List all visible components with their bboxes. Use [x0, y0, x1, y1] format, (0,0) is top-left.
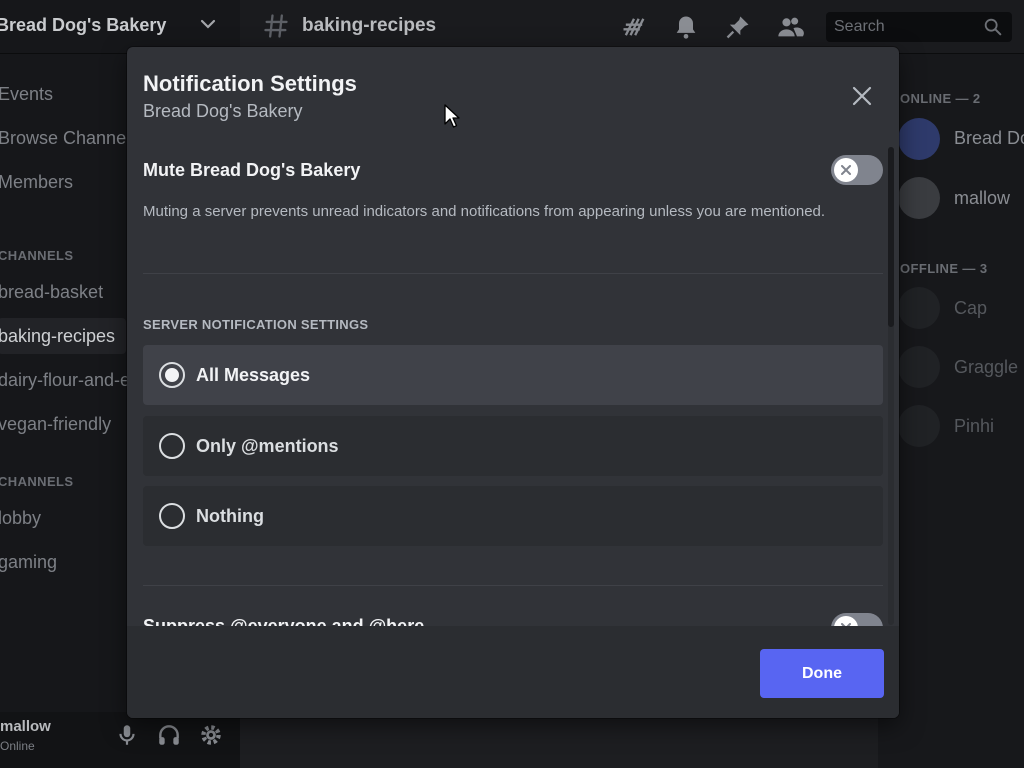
sidebar-category[interactable]: CHANNELS [0, 248, 73, 263]
radio-label: Only @mentions [196, 436, 339, 456]
mute-server-label: Mute Bread Dog's Bakery [143, 160, 361, 180]
divider [143, 585, 883, 586]
hashtag-icon [264, 14, 288, 38]
notification-settings-modal: Notification Settings Bread Dog's Bakery… [127, 47, 899, 718]
radio-option-all-messages[interactable]: All Messages [143, 345, 883, 405]
search-icon [984, 18, 1002, 36]
gear-icon[interactable] [198, 722, 224, 748]
chevron-down-icon [200, 19, 216, 29]
mute-description: Muting a server prevents unread indicato… [143, 203, 826, 220]
radio-dot [165, 368, 179, 382]
avatar[interactable] [898, 287, 940, 329]
member-list [878, 54, 1024, 768]
channel-item-baking-recipes[interactable]: baking-recipes [0, 318, 126, 354]
bell-icon[interactable] [672, 13, 700, 41]
user-status: Online [0, 739, 35, 753]
toggle-knob [834, 158, 858, 182]
search-placeholder: Search [834, 18, 885, 35]
modal-title: Notification Settings [143, 71, 357, 96]
close-icon[interactable] [847, 81, 877, 111]
radio-button [159, 503, 185, 529]
radio-button [159, 433, 185, 459]
avatar[interactable] [898, 177, 940, 219]
modal-subtitle: Bread Dog's Bakery [143, 101, 303, 121]
radio-option-only-mentions[interactable]: Only @mentions [143, 416, 883, 476]
server-notification-settings-header: SERVER NOTIFICATION SETTINGS [143, 317, 369, 332]
mouse-cursor-icon [444, 104, 460, 128]
member-name[interactable]: Pinhi [954, 416, 994, 437]
headphones-icon[interactable] [156, 722, 182, 748]
radio-label: Nothing [196, 506, 264, 526]
member-name[interactable]: Bread Dog [954, 128, 1024, 149]
threads-icon[interactable] [620, 13, 648, 41]
radio-button-checked [159, 362, 185, 388]
member-name[interactable]: mallow [954, 188, 1010, 209]
pin-icon[interactable] [724, 13, 752, 41]
avatar[interactable] [898, 118, 940, 160]
server-header[interactable]: Bread Dog's Bakery [0, 0, 240, 54]
member-name[interactable]: Graggle [954, 357, 1018, 378]
radio-option-nothing[interactable]: Nothing [143, 486, 883, 546]
avatar[interactable] [898, 405, 940, 447]
member-name[interactable]: Cap [954, 298, 987, 319]
done-button[interactable]: Done [760, 649, 884, 698]
mute-server-toggle[interactable] [831, 155, 883, 185]
avatar[interactable] [898, 346, 940, 388]
scrollbar-thumb[interactable] [888, 147, 894, 327]
divider [143, 273, 883, 274]
sidebar-category[interactable]: CHANNELS [0, 474, 73, 489]
channel-title: baking-recipes [302, 15, 437, 36]
x-icon [841, 165, 851, 175]
user-name: mallow [0, 718, 51, 735]
member-list-icon[interactable] [776, 13, 804, 41]
server-name: Bread Dog's Bakery [0, 15, 167, 35]
radio-label: All Messages [196, 365, 311, 385]
members-online-header: ONLINE — 2 [900, 91, 981, 106]
microphone-icon[interactable] [114, 722, 140, 748]
members-offline-header: OFFLINE — 3 [900, 261, 988, 276]
